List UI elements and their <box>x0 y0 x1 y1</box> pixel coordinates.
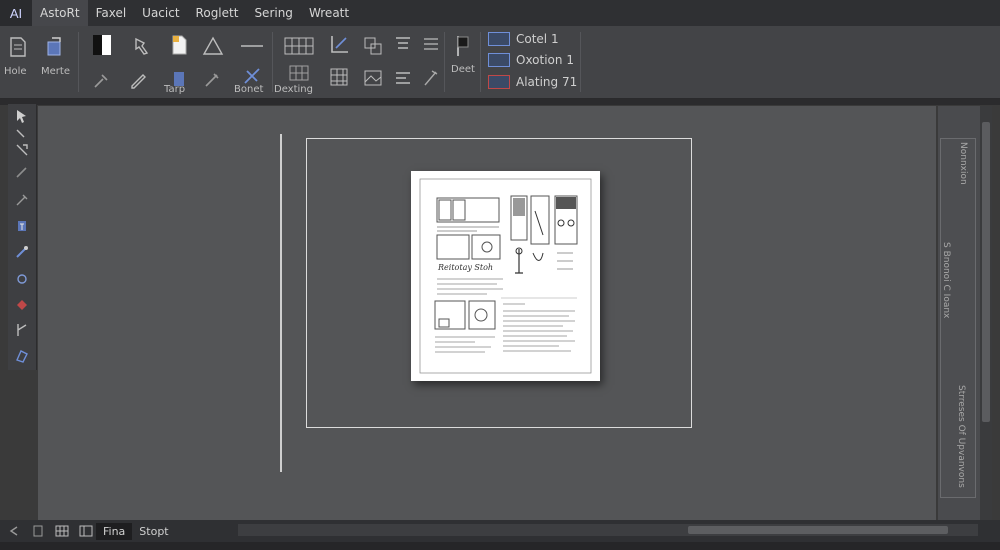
panel-text-bottom: Strreses Of Upvanvons <box>956 385 966 488</box>
document-page[interactable]: Reitotay Stoh <box>411 171 600 381</box>
menu-item-6[interactable]: Wreatt <box>301 0 357 26</box>
menu-bar: AI AstoRt Faxel Uacict Roglett Sering Wr… <box>0 0 1000 27</box>
pen-curve-icon[interactable] <box>420 66 442 90</box>
menu-item-5[interactable]: Sering <box>246 0 301 26</box>
style-item-1[interactable]: Cotel 1 <box>488 29 559 49</box>
style-swatch-icon <box>488 32 510 46</box>
dexting-label: Dexting <box>274 84 313 95</box>
gradient-tool-icon[interactable] <box>12 268 32 288</box>
page-icon[interactable] <box>28 523 48 539</box>
menu-item-4[interactable]: Roglett <box>188 0 247 26</box>
pencil-icon[interactable] <box>126 68 150 92</box>
eyedropper-icon[interactable] <box>90 70 112 92</box>
type-tool-icon[interactable] <box>12 216 32 236</box>
hole-icon[interactable] <box>6 34 30 60</box>
vertical-scroll-thumb[interactable] <box>982 122 990 422</box>
style-label-2: Oxotion 1 <box>516 53 574 67</box>
style-swatch-icon <box>488 53 510 67</box>
line-tool-icon[interactable] <box>238 34 266 58</box>
layers-icon[interactable] <box>360 34 386 58</box>
style-label-3: Alating 71 <box>516 75 578 89</box>
tools-panel <box>8 104 37 370</box>
magic-wand-icon[interactable] <box>12 140 32 160</box>
document-new-icon[interactable] <box>166 32 192 58</box>
distribute-icon[interactable] <box>392 66 414 90</box>
triangle-shape-icon[interactable] <box>200 34 226 58</box>
arrow-left-icon[interactable] <box>4 523 24 539</box>
bonet-label: Bonet <box>234 84 264 95</box>
menu-item-2[interactable]: Faxel <box>88 0 135 26</box>
fill-swatch-icon[interactable] <box>88 32 118 58</box>
divider-bar <box>0 99 1000 105</box>
style-swatch-icon <box>488 75 510 89</box>
paint-bucket-icon[interactable] <box>12 294 32 314</box>
ribbon-toolbar: Hole Merte Tarp Bonet Dexting Deet Cotel… <box>0 26 1000 99</box>
grid-select-icon[interactable] <box>326 64 352 90</box>
document-thumbnail <box>419 178 592 374</box>
scale-tool-icon[interactable] <box>12 320 32 340</box>
pencil-tool-icon[interactable] <box>12 162 32 182</box>
pen-tool-icon[interactable] <box>130 34 154 58</box>
vertical-guide[interactable] <box>280 134 282 472</box>
horizontal-scroll-thumb[interactable] <box>688 526 948 534</box>
pen-tool-icon[interactable] <box>12 190 32 210</box>
bottom-strip <box>0 542 1000 550</box>
layout-view-icon[interactable] <box>76 523 96 539</box>
menu-item-1[interactable]: AstoRt <box>32 0 88 26</box>
panel-text-mid: S Bnonoi C Ioanx <box>941 242 951 319</box>
horizontal-scrollbar[interactable] <box>238 524 978 536</box>
tab-stopt[interactable]: Stopt <box>132 523 175 540</box>
deet-label: Deet <box>451 64 475 75</box>
grid-view-icon[interactable] <box>52 523 72 539</box>
style-item-3[interactable]: Alating 71 <box>488 72 577 92</box>
selection-tool-icon[interactable] <box>12 106 32 126</box>
align-list-icon[interactable] <box>420 32 442 58</box>
shape-tool-icon[interactable] <box>12 346 32 366</box>
tab-fina[interactable]: Fina <box>96 522 133 540</box>
tarp-label: Tarp <box>164 84 186 95</box>
panel-text-top: Nonnxion <box>958 142 968 185</box>
eyedropper-tool-icon[interactable] <box>12 242 32 262</box>
hole-label: Hole <box>4 66 27 77</box>
style-item-2[interactable]: Oxotion 1 <box>488 50 574 70</box>
crop-icon[interactable] <box>326 32 352 58</box>
grid-table-icon[interactable] <box>282 34 316 58</box>
style-label-1: Cotel 1 <box>516 32 559 46</box>
document-heading: Reitotay Stoh <box>438 263 494 272</box>
flag-icon[interactable] <box>450 32 476 60</box>
merte-label: Merte <box>41 66 70 77</box>
vertical-scrollbar[interactable] <box>980 106 992 520</box>
brush-icon[interactable] <box>200 68 224 92</box>
image-frame-icon[interactable] <box>360 66 386 90</box>
merte-icon[interactable] <box>42 34 68 60</box>
grid-small-icon[interactable] <box>286 62 312 84</box>
app-logo: AI <box>0 0 32 26</box>
menu-item-3[interactable]: Uacict <box>134 0 187 26</box>
align-top-icon[interactable] <box>392 32 414 58</box>
